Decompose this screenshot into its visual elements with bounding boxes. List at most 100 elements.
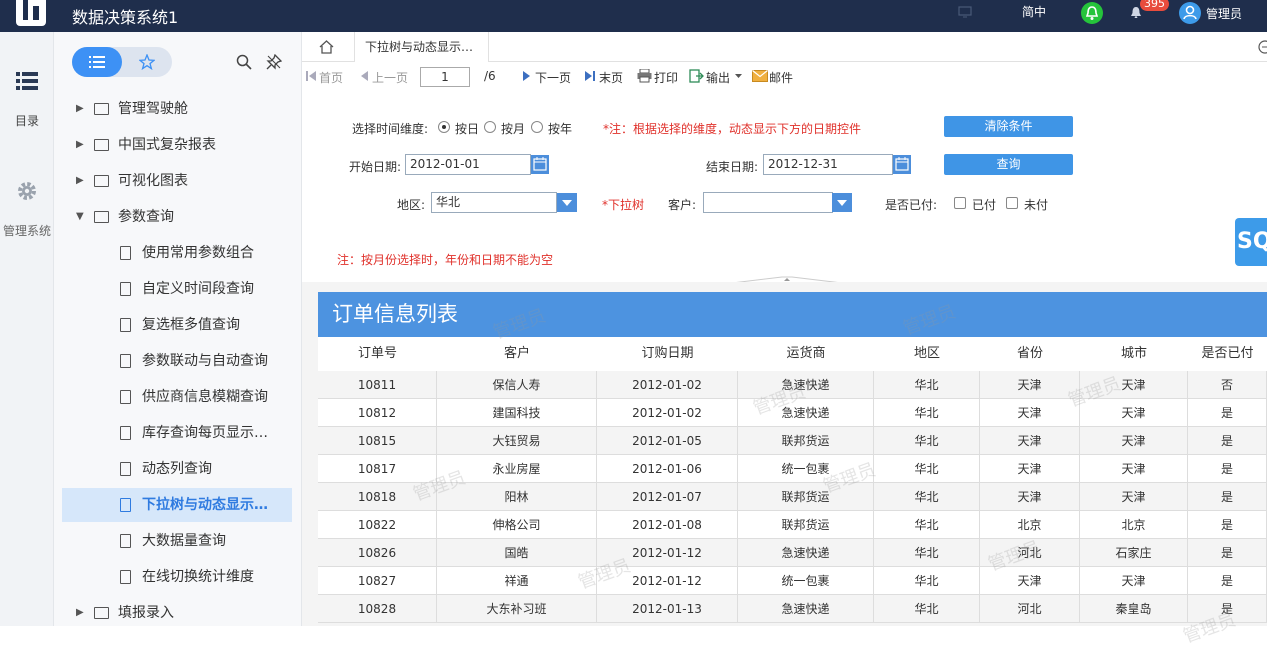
favorites-tab[interactable] xyxy=(122,47,172,77)
first-page-button[interactable]: 首页 xyxy=(319,69,343,86)
query-button[interactable]: 查询 xyxy=(944,154,1073,175)
sidebar-item-11[interactable]: 下拉树与动态显示… xyxy=(62,488,292,522)
home-icon[interactable] xyxy=(319,40,334,54)
table-cell: 北京 xyxy=(1080,511,1188,539)
sidebar-item-6[interactable]: 复选框多值查询 xyxy=(62,308,292,342)
unpaid-option-label[interactable]: 未付 xyxy=(1024,196,1048,213)
sq-float-button[interactable]: SQ xyxy=(1235,218,1267,266)
next-page-button[interactable]: 下一页 xyxy=(535,69,571,86)
caret-down-icon[interactable]: ▼ xyxy=(76,200,84,234)
sidebar-item-14[interactable]: ▶ 填报录入 xyxy=(62,596,292,630)
print-button[interactable]: 打印 xyxy=(654,69,678,86)
sidebar-item-2[interactable]: ▶ 可视化图表 xyxy=(62,164,292,198)
document-icon xyxy=(120,570,131,584)
app-title: 数据决策系统1 xyxy=(72,8,179,27)
customer-select[interactable] xyxy=(703,192,833,213)
unpin-icon[interactable] xyxy=(266,54,282,70)
table-cell: 华北 xyxy=(874,371,980,399)
sidebar-item-10[interactable]: 动态列查询 xyxy=(62,452,292,486)
document-icon xyxy=(120,534,131,548)
radio-by-month[interactable] xyxy=(484,121,496,133)
star-icon xyxy=(139,54,155,70)
paid-checkbox[interactable] xyxy=(954,197,966,209)
region-label: 地区: xyxy=(397,198,426,212)
table-cell: 天津 xyxy=(980,427,1080,455)
prev-page-icon xyxy=(361,71,368,81)
chevron-down-icon[interactable] xyxy=(735,74,742,78)
rail-admin-label[interactable]: 管理系统 xyxy=(0,222,54,239)
next-page-icon xyxy=(523,71,530,81)
sidebar-item-4[interactable]: 使用常用参数组合 xyxy=(62,236,292,270)
rail-catalog-label[interactable]: 目录 xyxy=(0,112,54,129)
clear-conditions-button[interactable]: 清除条件 xyxy=(944,116,1073,137)
prev-page-button[interactable]: 上一页 xyxy=(372,69,408,86)
by-year-label[interactable]: 按年 xyxy=(548,120,572,137)
document-icon xyxy=(120,318,131,332)
mail-button[interactable]: 邮件 xyxy=(769,69,793,86)
sidebar-item-0[interactable]: ▶ 管理驾驶舱 xyxy=(62,92,292,126)
top-bar: 数据决策系统1 简中 395 管理员 xyxy=(0,0,1267,32)
table-cell: 天津 xyxy=(980,455,1080,483)
caret-right-icon[interactable]: ▶ xyxy=(76,596,84,630)
gear-icon[interactable] xyxy=(16,180,38,202)
sidebar-item-7[interactable]: 参数联动与自动查询 xyxy=(62,344,292,378)
sidebar-item-9[interactable]: 库存查询每页显示… xyxy=(62,416,292,450)
table-cell: 华北 xyxy=(874,483,980,511)
search-icon[interactable] xyxy=(236,54,252,70)
table-cell: 石家庄 xyxy=(1080,539,1188,567)
sidebar-item-5[interactable]: 自定义时间段查询 xyxy=(62,272,292,306)
catalog-icon[interactable] xyxy=(16,72,38,90)
dimension-note: *注：根据选择的维度，动态显示下方的日期控件 xyxy=(603,122,862,136)
paid-option-label[interactable]: 已付 xyxy=(972,196,996,213)
table-cell: 是 xyxy=(1188,455,1267,483)
radio-by-year[interactable] xyxy=(531,121,543,133)
last-page-button[interactable]: 末页 xyxy=(599,69,623,86)
list-icon xyxy=(89,56,105,68)
start-calendar-icon[interactable] xyxy=(531,155,549,174)
document-icon xyxy=(120,282,131,296)
tab-current-report[interactable]: 下拉树与动态显示… xyxy=(354,32,489,62)
table-cell: 10815 xyxy=(318,427,437,455)
caret-right-icon[interactable]: ▶ xyxy=(76,128,84,162)
report-area: 订单信息列表 订单号 客户 订购日期 运货商 地区 省份 城市 是否已付 10811 保信人寿 2… xyxy=(302,282,1267,648)
sidebar-item-12[interactable]: 大数据量查询 xyxy=(62,524,292,558)
language-switch[interactable]: 简中 xyxy=(1022,3,1046,20)
table-cell: 2012-01-02 xyxy=(597,371,738,399)
sidebar-item-label: 填报录入 xyxy=(118,605,174,621)
sidebar-item-8[interactable]: 供应商信息模糊查询 xyxy=(62,380,292,414)
unpaid-checkbox[interactable] xyxy=(1006,197,1018,209)
folder-icon xyxy=(94,103,109,115)
by-day-label[interactable]: 按日 xyxy=(455,120,479,137)
customer-dropdown-icon[interactable] xyxy=(832,193,852,212)
table-cell: 2012-01-07 xyxy=(597,483,738,511)
end-calendar-icon[interactable] xyxy=(893,155,911,174)
sidebar-item-13[interactable]: 在线切换统计维度 xyxy=(62,560,292,594)
list-view-tab[interactable] xyxy=(72,47,122,77)
table-cell: 是 xyxy=(1188,399,1267,427)
first-page-icon xyxy=(306,71,316,81)
user-avatar-icon[interactable] xyxy=(1179,2,1201,24)
tab-bar: 下拉树与动态显示… xyxy=(302,32,1267,62)
user-name[interactable]: 管理员 xyxy=(1206,5,1242,22)
sidebar-item-1[interactable]: ▶ 中国式复杂报表 xyxy=(62,128,292,162)
end-date-input[interactable]: 2012-12-31 xyxy=(763,154,893,175)
table-cell: 是 xyxy=(1188,511,1267,539)
screen-icon[interactable] xyxy=(958,6,972,18)
table-cell: 联邦货运 xyxy=(738,483,874,511)
by-month-label[interactable]: 按月 xyxy=(501,120,525,137)
region-select[interactable]: 华北 xyxy=(431,192,557,213)
page-number-input[interactable]: 1 xyxy=(420,67,470,87)
start-date-input[interactable]: 2012-01-01 xyxy=(405,154,531,175)
bell-alert-icon[interactable] xyxy=(1081,2,1103,24)
export-button[interactable]: 输出 xyxy=(706,69,730,86)
caret-right-icon[interactable]: ▶ xyxy=(76,164,84,198)
region-dropdown-icon[interactable] xyxy=(557,193,577,212)
table-cell: 国皓 xyxy=(437,539,597,567)
sidebar-item-3[interactable]: ▼ 参数查询 xyxy=(62,200,292,234)
month-note: 注：按月份选择时，年份和日期不能为空 xyxy=(337,253,554,267)
caret-right-icon[interactable]: ▶ xyxy=(76,92,84,126)
radio-by-day[interactable] xyxy=(438,121,450,133)
table-row: 10822 伸格公司 2012-01-08 联邦货运 华北 北京 北京是 xyxy=(318,511,1267,539)
table-cell: 建国科技 xyxy=(437,399,597,427)
tab-more-icon[interactable] xyxy=(1258,40,1267,54)
